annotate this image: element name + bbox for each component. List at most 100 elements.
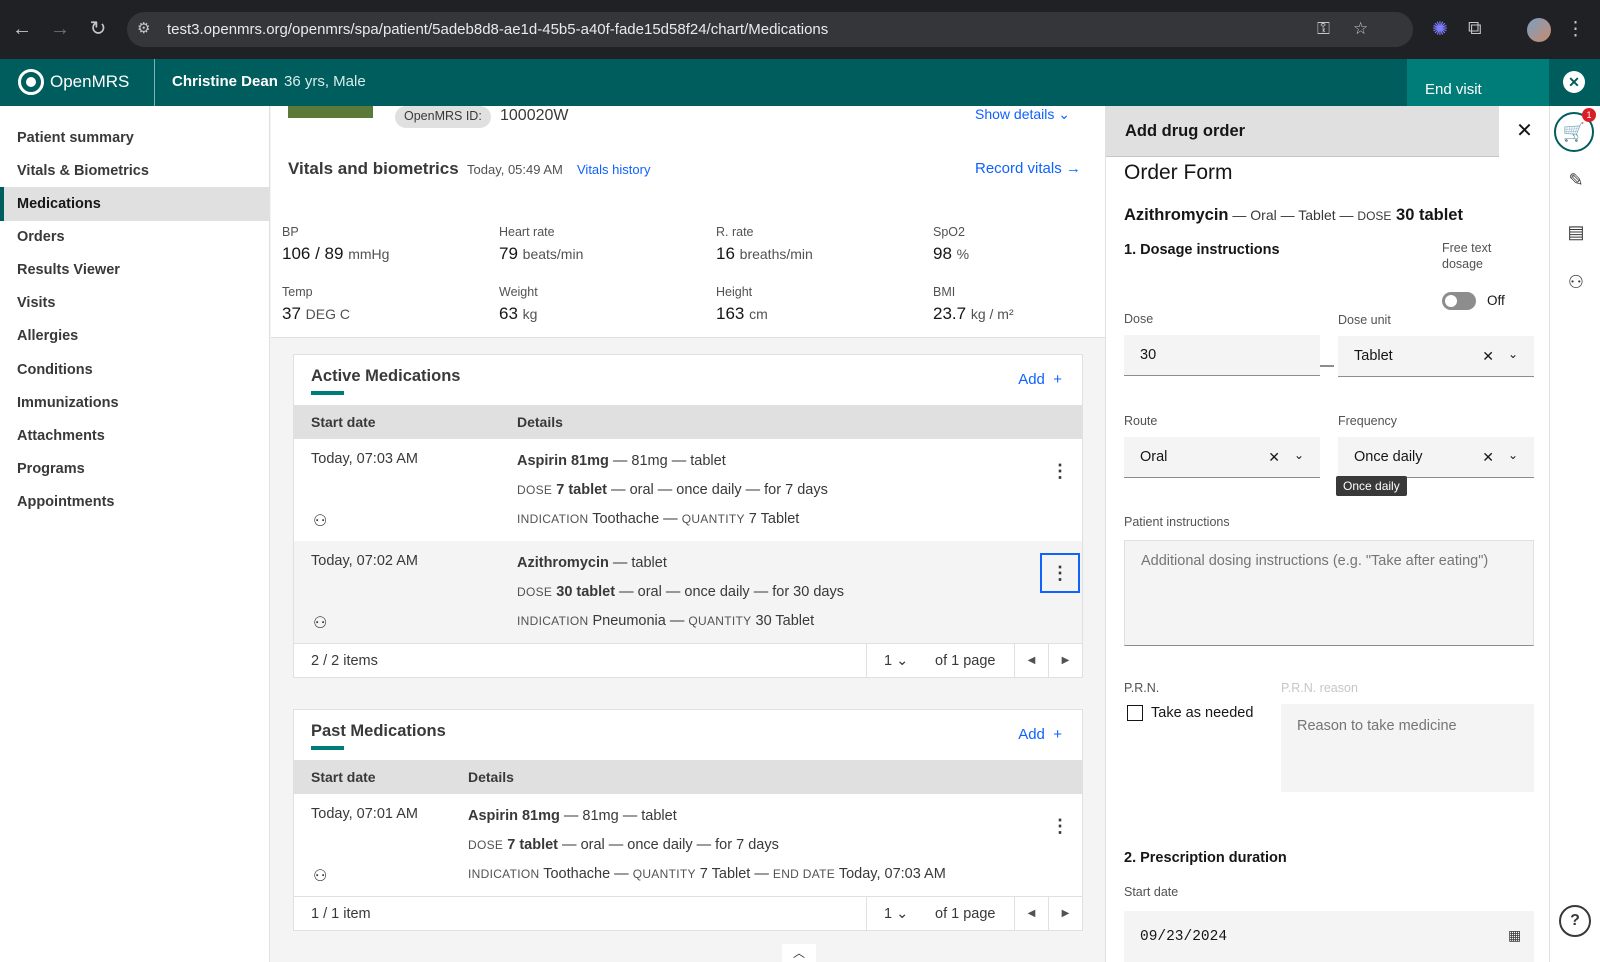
openmrs-logo[interactable]: OpenMRS bbox=[18, 69, 129, 95]
col-details[interactable]: Details bbox=[468, 769, 514, 785]
table-row: Today, 07:03 AM ⚇ Aspirin 81mg — 81mg — … bbox=[294, 439, 1082, 542]
row-indication-line: INDICATION Toothache — QUANTITY 7 Tablet… bbox=[468, 866, 946, 882]
dose-unit-label: Dose unit bbox=[1338, 313, 1391, 327]
left-nav: Patient summary Vitals & Biometrics Medi… bbox=[0, 106, 270, 962]
browser-chrome: ← → ↻ ⚙ test3.openmrs.org/openmrs/spa/pa… bbox=[0, 0, 1600, 59]
end-visit-button[interactable]: End visit bbox=[1407, 59, 1549, 106]
chevron-down-icon: ⌄ bbox=[896, 653, 909, 669]
record-vitals-button[interactable]: Record vitals → bbox=[975, 160, 1081, 177]
drug-summary: Azithromycin — Oral — Tablet — DOSE 30 t… bbox=[1124, 206, 1463, 224]
nav-item-orders[interactable]: Orders bbox=[0, 220, 269, 254]
help-icon[interactable]: ? bbox=[1559, 905, 1591, 937]
app-header: OpenMRS Christine Dean 36 yrs, Male End … bbox=[0, 59, 1600, 106]
row-dose-line: DOSE 7 tablet — oral — once daily — for … bbox=[468, 837, 779, 853]
next-page-icon[interactable]: ▶ bbox=[1048, 644, 1082, 678]
table-header: Start date Details bbox=[294, 760, 1082, 794]
active-medications-title: Active Medications bbox=[311, 367, 461, 385]
nav-item-immunizations[interactable]: Immunizations bbox=[0, 386, 269, 420]
browser-menu-icon[interactable]: ⋮ bbox=[1566, 18, 1585, 41]
row-overflow-menu-icon[interactable]: ⋮ bbox=[1040, 553, 1080, 593]
table-row: Today, 07:02 AM ⚇ Azithromycin — tablet … bbox=[294, 541, 1082, 644]
nav-item-allergies[interactable]: Allergies bbox=[0, 319, 269, 353]
row-overflow-menu-icon[interactable]: ⋮ bbox=[1040, 451, 1080, 491]
row-drug-line: Aspirin 81mg — 81mg — tablet bbox=[517, 453, 726, 469]
col-start-date[interactable]: Start date bbox=[311, 414, 376, 430]
dose-unit-combobox[interactable]: Tablet ✕ ⌄ bbox=[1338, 336, 1534, 377]
vital-temp: Temp 37 DEG C bbox=[282, 285, 350, 323]
past-medications-card: Past Medications Add + Start date Detail… bbox=[293, 709, 1083, 931]
add-active-medication-button[interactable]: Add + bbox=[1018, 371, 1062, 388]
back-icon[interactable]: ← bbox=[10, 17, 34, 41]
next-page-icon[interactable]: ▶ bbox=[1048, 897, 1082, 931]
take-as-needed-checkbox[interactable] bbox=[1127, 705, 1143, 721]
bookmark-star-icon[interactable]: ☆ bbox=[1353, 19, 1368, 39]
prn-reason-textarea[interactable] bbox=[1281, 704, 1534, 792]
free-text-toggle[interactable] bbox=[1442, 292, 1476, 310]
page-select[interactable]: 1 ⌄ bbox=[866, 897, 936, 931]
page-select[interactable]: 1 ⌄ bbox=[866, 644, 936, 678]
vitals-title: Vitals and biometrics bbox=[288, 159, 459, 178]
clear-icon[interactable]: ✕ bbox=[1268, 449, 1280, 466]
close-icon[interactable]: ✕ bbox=[1499, 106, 1550, 157]
dose-input[interactable] bbox=[1124, 335, 1320, 376]
show-details-link[interactable]: Show details ⌄ bbox=[975, 106, 1070, 123]
clear-icon[interactable]: ✕ bbox=[1482, 348, 1494, 365]
vital-bp: BP 106 / 89 mmHg bbox=[282, 225, 390, 263]
prev-page-icon[interactable]: ◀ bbox=[1014, 897, 1048, 931]
table-row: Today, 07:01 AM ⚇ Aspirin 81mg — 81mg — … bbox=[294, 794, 1082, 897]
close-patient-icon[interactable]: ✕ bbox=[1563, 71, 1585, 93]
chevron-down-icon[interactable]: ⌄ bbox=[1294, 448, 1304, 462]
route-combobox[interactable]: Oral ✕ ⌄ bbox=[1124, 437, 1320, 478]
nav-item-attachments[interactable]: Attachments bbox=[0, 419, 269, 453]
vitals-timestamp: Today, 05:49 AM bbox=[467, 162, 563, 177]
page-total: of 1 page bbox=[935, 906, 996, 922]
take-as-needed-label[interactable]: Take as needed bbox=[1151, 705, 1253, 721]
pen-icon[interactable]: ✎ bbox=[1562, 166, 1590, 194]
nav-item-programs[interactable]: Programs bbox=[0, 452, 269, 486]
reload-icon[interactable]: ↻ bbox=[86, 17, 110, 41]
start-date-input[interactable] bbox=[1124, 911, 1534, 962]
prev-page-icon[interactable]: ◀ bbox=[1014, 644, 1048, 678]
chevron-down-icon[interactable]: ⌄ bbox=[1508, 347, 1518, 361]
row-start-date: Today, 07:02 AM bbox=[311, 553, 418, 569]
panel-header: Add drug order ✕ bbox=[1106, 106, 1550, 157]
document-icon[interactable]: ▤ bbox=[1562, 218, 1590, 246]
group-icon[interactable]: ⚇ bbox=[1562, 268, 1590, 296]
row-overflow-menu-icon[interactable]: ⋮ bbox=[1040, 806, 1080, 846]
extensions-puzzle-icon[interactable]: ⧉ bbox=[1468, 18, 1482, 40]
chevron-down-icon[interactable]: ⌄ bbox=[1508, 448, 1518, 462]
calendar-icon[interactable]: ▦ bbox=[1508, 927, 1521, 944]
frequency-label: Frequency bbox=[1338, 414, 1398, 428]
nav-item-appointments[interactable]: Appointments bbox=[0, 485, 269, 519]
vitals-history-link[interactable]: Vitals history bbox=[577, 162, 650, 177]
nav-item-conditions[interactable]: Conditions bbox=[0, 353, 269, 387]
nav-item-vitals[interactable]: Vitals & Biometrics bbox=[0, 154, 269, 188]
nav-item-results-viewer[interactable]: Results Viewer bbox=[0, 253, 269, 287]
route-label: Route bbox=[1124, 414, 1158, 428]
col-details[interactable]: Details bbox=[517, 414, 563, 430]
clear-icon[interactable]: ✕ bbox=[1482, 449, 1494, 466]
add-past-medication-button[interactable]: Add + bbox=[1018, 726, 1062, 743]
url-text[interactable]: test3.openmrs.org/openmrs/spa/patient/5a… bbox=[167, 21, 828, 38]
openmrs-id-value: 100020W bbox=[500, 107, 569, 124]
nav-item-medications[interactable]: Medications bbox=[0, 187, 269, 221]
active-medications-card: Active Medications Add + Start date Deta… bbox=[293, 354, 1083, 678]
password-key-icon[interactable]: ⚿ bbox=[1317, 19, 1330, 39]
address-bar[interactable]: ⚙ test3.openmrs.org/openmrs/spa/patient/… bbox=[127, 12, 1413, 47]
vital-heart-rate: Heart rate 79 beats/min bbox=[499, 225, 584, 263]
right-rail: 🛒 1 ✎ ▤ ⚇ ? bbox=[1549, 106, 1600, 962]
frequency-combobox[interactable]: Once daily ✕ ⌄ bbox=[1338, 437, 1534, 478]
patient-name: Christine Dean bbox=[172, 73, 278, 90]
dose-label: Dose bbox=[1124, 312, 1154, 326]
patient-instructions-textarea[interactable] bbox=[1124, 540, 1534, 646]
forward-icon[interactable]: → bbox=[48, 17, 72, 41]
nav-item-patient-summary[interactable]: Patient summary bbox=[0, 121, 269, 155]
chevron-up-icon[interactable]: ︿ bbox=[782, 944, 816, 962]
extension-icon[interactable]: ✺ bbox=[1432, 18, 1448, 41]
order-basket-count: 1 bbox=[1582, 108, 1596, 122]
nav-item-visits[interactable]: Visits bbox=[0, 286, 269, 320]
site-info-icon[interactable]: ⚙ bbox=[137, 19, 150, 37]
toggle-state: Off bbox=[1487, 293, 1505, 308]
profile-avatar[interactable] bbox=[1527, 18, 1551, 42]
col-start-date[interactable]: Start date bbox=[311, 769, 376, 785]
